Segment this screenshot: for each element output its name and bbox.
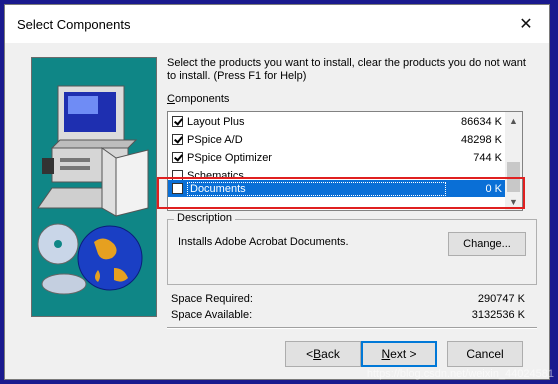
list-item-pspice-ad[interactable]: PSpice A/D 48298 K (168, 131, 506, 148)
description-text: Installs Adobe Acrobat Documents. (178, 236, 349, 248)
component-name: PSpice Optimizer (187, 151, 272, 164)
description-group: Description Installs Adobe Acrobat Docum… (167, 212, 537, 285)
space-required-value: 290747 K (477, 293, 525, 305)
title-bar: Select Components ✕ (5, 5, 549, 43)
back-button[interactable]: < Back (285, 341, 361, 367)
button-divider (167, 327, 537, 329)
component-name: Layout Plus (187, 115, 245, 128)
watermark-text: https://blog.csdn.net/weixin_44024581 (366, 368, 554, 380)
space-available-label: Space Available: (171, 309, 253, 321)
component-size: 86634 K (461, 115, 502, 128)
close-icon: ✕ (519, 16, 533, 33)
window-title: Select Components (17, 17, 131, 32)
space-required-label: Space Required: (171, 293, 253, 305)
instructions-text: Select the products you want to install,… (167, 57, 526, 82)
description-legend: Description (174, 212, 236, 224)
component-size: 48298 K (461, 133, 502, 146)
space-available-value: 3132536 K (471, 309, 525, 321)
select-components-dialog: Select Components ✕ Select the products … (4, 4, 550, 380)
components-label: Components (167, 93, 230, 105)
component-name: PSpice A/D (187, 133, 243, 146)
list-item-layout-plus[interactable]: Layout Plus 86634 K (168, 113, 506, 130)
component-size: 744 K (473, 151, 502, 164)
checkbox-layout-plus[interactable] (172, 116, 183, 127)
red-highlight-annotation (157, 177, 525, 209)
list-item-pspice-optimizer[interactable]: PSpice Optimizer 744 K (168, 149, 506, 166)
scroll-up-button[interactable]: ▲ (505, 112, 522, 129)
change-button[interactable]: Change... (448, 232, 526, 256)
cancel-button[interactable]: Cancel (447, 341, 523, 367)
setup-illustration (31, 57, 157, 317)
chevron-up-icon: ▲ (509, 115, 518, 126)
checkbox-pspice-ad[interactable] (172, 134, 183, 145)
close-button[interactable]: ✕ (503, 5, 549, 43)
space-available-row: Space Available: 3132536 K (171, 309, 525, 321)
space-required-row: Space Required: 290747 K (171, 293, 525, 305)
checkbox-pspice-optimizer[interactable] (172, 152, 183, 163)
next-button[interactable]: Next > (361, 341, 437, 367)
computer-cd-globe-image (37, 85, 149, 295)
